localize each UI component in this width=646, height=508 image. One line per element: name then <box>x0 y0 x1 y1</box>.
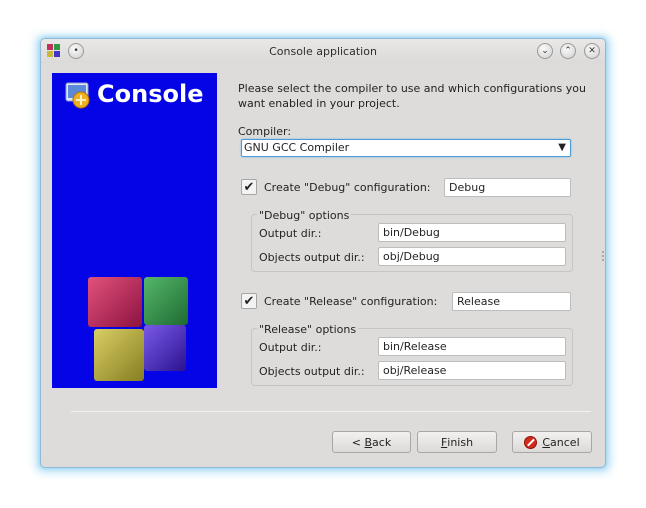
intro-text: Please select the compiler to use and wh… <box>238 82 586 110</box>
dialog-window: • Console application ⌄ ⌃ ✕ Console Plea… <box>40 38 606 468</box>
close-icon[interactable]: ✕ <box>584 43 600 59</box>
wizard-banner: Console <box>52 73 217 388</box>
release-checkbox-label: Create "Release" configuration: <box>264 295 438 308</box>
debug-objects-label: Objects output dir.: <box>259 251 365 264</box>
debug-checkbox[interactable]: ✔ <box>241 179 257 195</box>
release-objects-field[interactable]: obj/Release <box>378 361 566 380</box>
cancel-button-mnemonic: C <box>542 435 551 449</box>
compiler-select[interactable]: GNU GCC Compiler ▼ <box>241 139 571 157</box>
back-button[interactable]: < Back <box>332 431 411 453</box>
console-logo-icon <box>65 82 90 109</box>
debug-checkbox-label: Create "Debug" configuration: <box>264 181 431 194</box>
maximize-icon[interactable]: ⌃ <box>560 43 576 59</box>
back-button-mnemonic: B <box>364 435 373 449</box>
debug-options-title: "Debug" options <box>257 209 352 222</box>
debug-objects-field[interactable]: obj/Debug <box>378 247 566 266</box>
green-cube <box>144 277 188 325</box>
window-title: Console application <box>269 45 377 58</box>
minimize-icon[interactable]: ⌄ <box>537 43 553 59</box>
resize-grip[interactable] <box>602 251 604 261</box>
debug-name-field[interactable]: Debug <box>444 178 571 197</box>
finish-button-label: inish <box>447 435 474 449</box>
release-name-field[interactable]: Release <box>452 292 571 311</box>
checkmark-icon: ✔ <box>243 179 255 195</box>
cancel-icon <box>524 435 538 449</box>
title-bar[interactable]: • Console application ⌄ ⌃ ✕ <box>41 39 605 63</box>
finish-button[interactable]: Finish <box>417 431 497 453</box>
cancel-button[interactable]: Cancel <box>512 431 592 453</box>
debug-output-label: Output dir.: <box>259 227 322 240</box>
red-cube <box>88 277 142 327</box>
compiler-select-value: GNU GCC Compiler <box>244 141 350 154</box>
release-checkbox[interactable]: ✔ <box>241 293 257 309</box>
debug-output-field[interactable]: bin/Debug <box>378 223 566 242</box>
release-output-label: Output dir.: <box>259 341 322 354</box>
release-objects-label: Objects output dir.: <box>259 365 365 378</box>
compiler-label: Compiler: <box>238 125 292 138</box>
checkmark-icon: ✔ <box>243 293 255 309</box>
back-button-label: ack <box>372 435 392 449</box>
purple-cube <box>144 325 186 371</box>
chevron-down-icon: ▼ <box>558 142 566 153</box>
banner-title: Console <box>97 80 204 108</box>
cancel-button-label: ancel <box>550 435 580 449</box>
release-options-title: "Release" options <box>257 323 359 336</box>
back-button-prefix: < <box>351 435 365 449</box>
release-output-field[interactable]: bin/Release <box>378 337 566 356</box>
yellow-cube <box>94 329 144 381</box>
button-separator <box>71 411 591 412</box>
